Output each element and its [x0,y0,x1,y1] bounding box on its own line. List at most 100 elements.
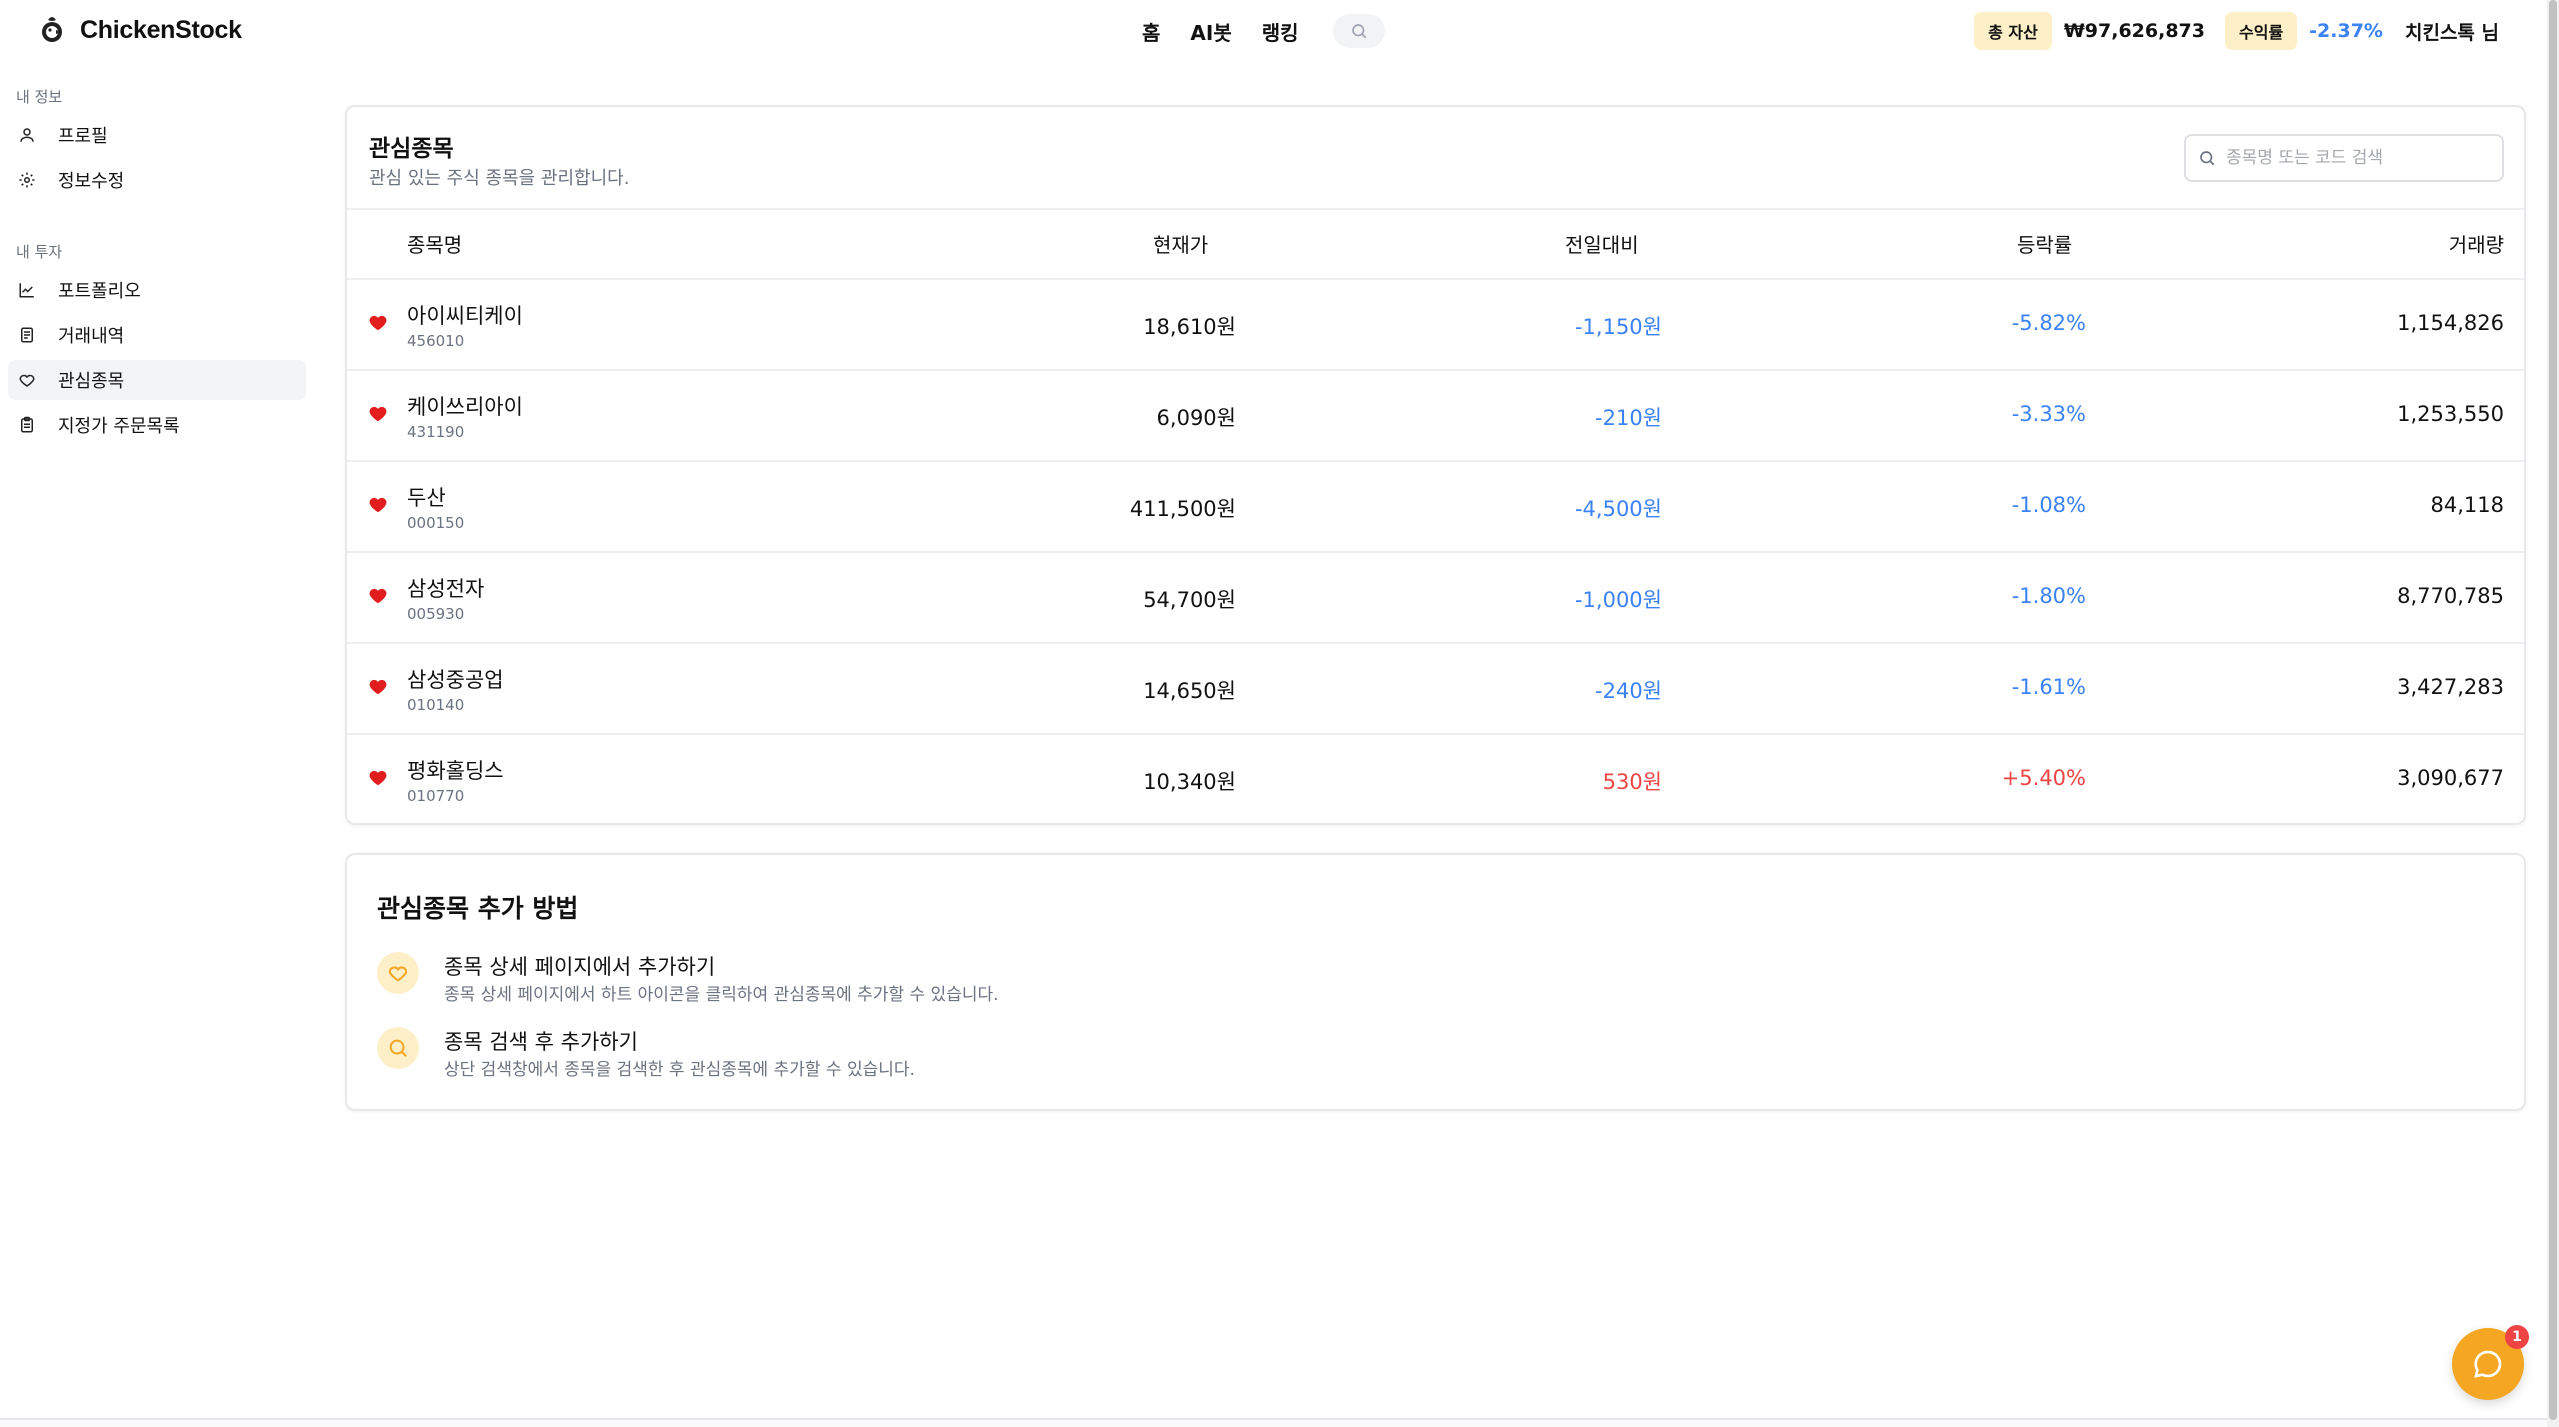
stock-price: 14,650원 [1143,679,1236,703]
stock-code: 000150 [407,514,465,532]
chat-notification-badge: 1 [2505,1325,2529,1349]
stock-rate: -3.33% [2011,402,2086,426]
stock-change: -210원 [1595,406,1662,430]
sidebar-item-watchlist[interactable]: 관심종목 [8,360,306,400]
stock-volume: 1,253,550 [2397,402,2504,426]
stock-price: 6,090원 [1156,406,1236,430]
divider [347,208,2524,210]
stock-rate: -1.80% [2011,584,2086,608]
sidebar-item-label: 정보수정 [58,171,125,192]
heart-filled-icon[interactable] [369,770,387,790]
chicken-logo-icon [42,17,62,42]
heart-filled-icon[interactable] [369,588,387,608]
howto-card: 관심종목 추가 방법 종목 상세 페이지에서 추가하기 종목 상세 페이지에서 … [345,853,2526,1111]
stock-price: 18,610원 [1143,315,1236,339]
search-icon [389,1039,407,1057]
sidebar-section-info: 내 정보 [16,88,63,106]
stock-name[interactable]: 아이씨티케이 [407,300,523,330]
user-icon [17,125,37,145]
stock-code: 005930 [407,605,465,623]
heart-filled-icon[interactable] [369,315,387,335]
table-row[interactable]: 평화홀딩스 010770 10,340원 530원 +5.40% 3,090,677 [347,735,2524,826]
stock-change: -240원 [1595,679,1662,703]
watchlist-search-input[interactable] [2226,148,2486,168]
table-row[interactable]: 삼성전자 005930 54,700원 -1,000원 -1.80% 8,770,785 [347,553,2524,644]
column-header-rate: 등락률 [2017,233,2073,257]
table-row[interactable]: 케이쓰리아이 431190 6,090원 -210원 -3.33% 1,253,550 [347,371,2524,462]
stock-price: 10,340원 [1143,770,1236,794]
sidebar-item-portfolio[interactable]: 포트폴리오 [8,270,306,310]
logo-text: ChickenStock [80,15,242,44]
clipboard-icon [17,415,37,435]
table-row[interactable]: 두산 000150 411,500원 -4,500원 -1.08% 84,118 [347,462,2524,553]
sidebar-item-profile[interactable]: 프로필 [8,115,306,155]
sidebar-item-transactions[interactable]: 거래내역 [8,315,306,355]
nav-ranking[interactable]: 랭킹 [1262,17,1299,46]
stock-code: 431190 [407,423,465,441]
tip-icon-search [377,1027,419,1069]
table-row[interactable]: 삼성중공업 010140 14,650원 -240원 -1.61% 3,427,283 [347,644,2524,735]
sidebar-item-label: 프로필 [58,126,108,147]
page-subtitle: 관심 있는 주식 종목을 관리합니다. [369,168,630,189]
stock-code: 010770 [407,787,465,805]
heart-icon [17,370,37,390]
bottom-overflow-strip [0,1418,2547,1427]
heart-filled-icon[interactable] [369,406,387,426]
tip-icon-heart [377,952,419,994]
heart-filled-icon[interactable] [369,679,387,699]
tip-title: 종목 검색 후 추가하기 [444,1030,638,1054]
gear-icon [17,170,37,190]
watchlist-card: 관심종목 관심 있는 주식 종목을 관리합니다. 종목명 현재가 전일대비 등락… [345,105,2526,825]
account-summary: 총 자산 ₩97,626,873 수익률 -2.37% 치킨스톡 님 [1974,12,2499,50]
column-header-name: 종목명 [407,233,463,257]
column-header-change: 전일대비 [1565,233,1639,257]
user-name[interactable]: 치킨스톡 님 [2405,18,2499,45]
search-icon [1351,24,1366,39]
total-asset-label: 총 자산 [1974,12,2052,50]
header-search-button[interactable] [1332,14,1385,48]
stock-volume: 1,154,826 [2397,311,2504,335]
table-row[interactable]: 아이씨티케이 456010 18,610원 -1,150원 -5.82% 1,154,82… [347,280,2524,371]
sidebar-item-label: 포트폴리오 [58,281,141,302]
heart-outline-icon [388,966,408,982]
nav-aibot[interactable]: AI봇 [1190,17,1231,46]
stock-code: 010140 [407,696,465,714]
heart-filled-icon[interactable] [369,497,387,517]
stock-change: -4,500원 [1574,497,1662,521]
howto-title: 관심종목 추가 방법 [377,894,579,923]
sidebar-item-edit-info[interactable]: 정보수정 [8,160,306,200]
tip-description: 종목 상세 페이지에서 하트 아이콘을 클릭하여 관심종목에 추가할 수 있습니… [444,985,999,1005]
sidebar-item-limit-orders[interactable]: 지정가 주문목록 [8,405,306,445]
scrollbar-thumb[interactable] [2549,0,2557,1420]
stock-volume: 3,090,677 [2397,766,2504,790]
watchlist-search[interactable] [2184,134,2504,182]
logo[interactable]: ChickenStock [38,14,242,46]
total-asset-value: ₩97,626,873 [2063,20,2205,42]
stock-name[interactable]: 평화홀딩스 [407,755,504,785]
stock-rate: +5.40% [2001,766,2086,790]
search-icon [2200,151,2215,166]
stock-name[interactable]: 두산 [407,482,446,512]
return-label: 수익률 [2225,12,2298,50]
sidebar-item-label: 관심종목 [58,371,125,392]
stock-name[interactable]: 삼성전자 [407,573,484,603]
column-header-volume: 거래량 [2448,233,2504,257]
stock-change: -1,000원 [1574,588,1662,612]
stock-volume: 8,770,785 [2397,584,2504,608]
stock-rate: -1.08% [2011,493,2086,517]
tip-title: 종목 상세 페이지에서 추가하기 [444,955,716,979]
stock-rate: -5.82% [2011,311,2086,335]
stock-change: -1,150원 [1574,315,1662,339]
main-nav: 홈 AI봇 랭킹 [1142,14,1385,48]
page-scrollbar[interactable] [2547,0,2559,1427]
stock-volume: 84,118 [2430,493,2504,517]
stock-price: 54,700원 [1143,588,1236,612]
stock-name[interactable]: 케이쓰리아이 [407,391,523,421]
column-header-price: 현재가 [1153,233,1209,257]
document-icon [17,325,37,345]
sidebar-section-invest: 내 투자 [16,243,63,261]
stock-volume: 3,427,283 [2397,675,2504,699]
nav-home[interactable]: 홈 [1142,17,1160,46]
page-title: 관심종목 [369,136,454,162]
stock-name[interactable]: 삼성중공업 [407,664,504,694]
